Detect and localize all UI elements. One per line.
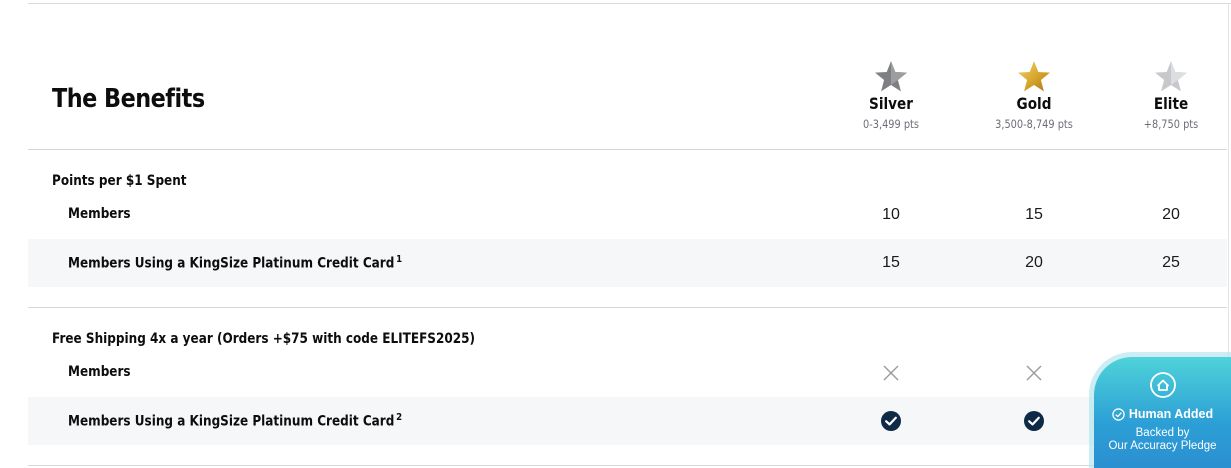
table-row: Members xyxy=(28,349,1227,397)
tier-gold: Gold 3,500-8,749 pts xyxy=(964,60,1104,131)
section-title: Free Shipping 4x a year (Orders +$75 wit… xyxy=(52,331,475,347)
tier-name: Elite xyxy=(1153,94,1189,113)
footnote-marker[interactable]: 2 xyxy=(396,412,402,423)
star-icon xyxy=(1155,61,1187,92)
footnote-marker[interactable]: 1 xyxy=(396,254,402,265)
accuracy-pledge-badge[interactable]: Human Added Backed by Our Accuracy Pledg… xyxy=(1094,357,1231,468)
value-cell: 20 xyxy=(1162,206,1180,223)
row-label: Members Using a KingSize Platinum Credit… xyxy=(68,254,403,272)
section-title: Points per $1 Spent xyxy=(52,173,187,189)
badge-line: Our Accuracy Pledge xyxy=(1108,440,1217,452)
star-icon xyxy=(1018,61,1050,92)
section-divider xyxy=(28,465,1227,466)
check-circle-icon xyxy=(1112,407,1125,421)
tier-range: +8,750 pts xyxy=(1143,117,1199,131)
table-row: Members 10 15 20 xyxy=(28,191,1227,239)
section-divider xyxy=(28,307,1227,308)
value-cell: 15 xyxy=(1025,206,1043,223)
value-cell: 15 xyxy=(882,254,900,271)
tier-elite: Elite +8,750 pts xyxy=(1101,60,1231,131)
check-icon xyxy=(984,397,1084,445)
table-row: Members Using a KingSize Platinum Credit… xyxy=(28,397,1227,445)
value-cell: 20 xyxy=(1025,254,1043,271)
value-cell: 25 xyxy=(1162,254,1180,271)
star-icon xyxy=(875,61,907,92)
cross-icon xyxy=(984,349,1084,397)
badge-headline-row: Human Added xyxy=(1094,407,1231,421)
badge-headline: Human Added xyxy=(1128,407,1214,421)
top-divider xyxy=(28,3,1231,4)
tier-silver: Silver 0-3,499 pts xyxy=(821,60,961,131)
row-label: Members xyxy=(68,206,131,222)
tier-range: 0-3,499 pts xyxy=(863,117,919,131)
page-title: The Benefits xyxy=(52,84,205,114)
header-divider xyxy=(28,149,1227,150)
row-label: Members Using a KingSize Platinum Credit… xyxy=(68,412,403,430)
cross-icon xyxy=(841,349,941,397)
shield-home-icon xyxy=(1094,371,1231,399)
row-label: Members xyxy=(68,364,131,380)
tier-name: Silver xyxy=(869,94,913,113)
table-row: Members Using a KingSize Platinum Credit… xyxy=(28,239,1227,287)
check-icon xyxy=(841,397,941,445)
badge-subtext: Backed by Our Accuracy Pledge xyxy=(1094,427,1231,453)
tier-range: 3,500-8,749 pts xyxy=(995,117,1073,131)
tier-name: Gold xyxy=(1016,94,1052,113)
value-cell: 10 xyxy=(882,206,900,223)
badge-line: Backed by xyxy=(1135,427,1190,439)
